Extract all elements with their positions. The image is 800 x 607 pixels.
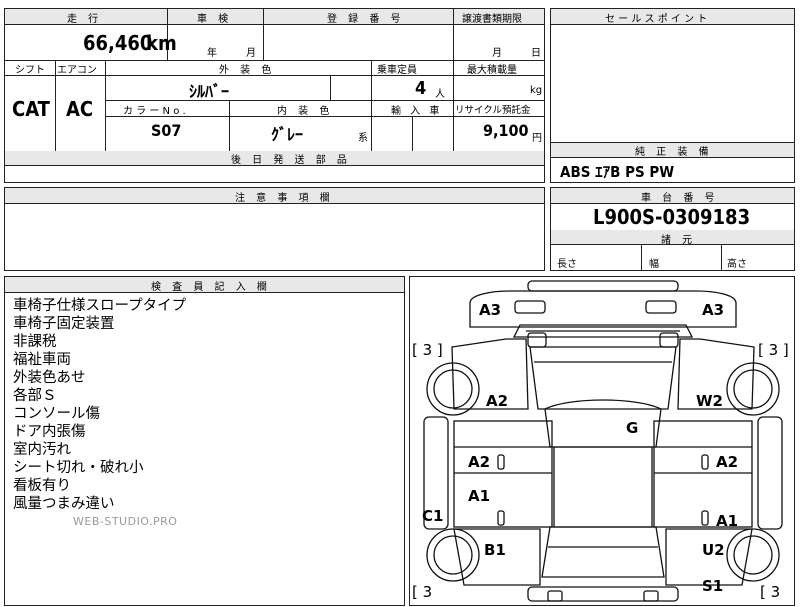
note-item: 風量つまみ違い	[13, 496, 115, 512]
recycle-fee-header: リサイクル預託金	[455, 105, 531, 116]
interior-color-suffix: 系	[358, 133, 368, 144]
registration-header: 登 録 番 号	[327, 14, 405, 25]
marker-a2-left-front: A2	[486, 392, 509, 410]
inspection-month: 月	[246, 48, 256, 59]
width-label: 幅	[649, 259, 659, 270]
marker-b1-left: B1	[484, 541, 506, 559]
aircon-header: エアコン	[57, 65, 97, 76]
watermark: WEB-STUDIO.PRO	[73, 515, 178, 528]
sales-points-box: セ ー ル ス ポ イ ン ト	[550, 8, 795, 143]
inspection-year: 年	[207, 48, 217, 59]
marker-bracket-top-right: [ 3 ]	[758, 341, 789, 359]
marker-c1-left: C1	[422, 507, 444, 525]
caution-box: 注 意 事 項 欄	[4, 187, 545, 271]
exterior-color-value: ｼﾙﾊﾞｰ	[189, 82, 230, 101]
capacity-header: 乗車定員	[377, 65, 417, 76]
inspector-notes-list: 車椅子仕様スロープタイプ 車椅子固定装置 非課税 福祉車両 外装色あせ 各部Ｓ …	[13, 297, 186, 513]
transfer-month: 月	[492, 48, 502, 59]
interior-color-header: 内 装 色	[277, 106, 334, 117]
mileage-value: 66,460	[83, 31, 153, 55]
recycle-fee-unit: 円	[532, 133, 542, 144]
note-item: 各部Ｓ	[13, 388, 57, 404]
marker-a3-right: A3	[702, 301, 725, 319]
inspector-notes-header: 検 査 員 記 入 欄	[151, 282, 271, 293]
note-item: シート切れ・破れ小	[13, 460, 144, 476]
caution-header: 注 意 事 項 欄	[235, 193, 334, 204]
marker-bracket-bottom-right: [ 3	[760, 583, 781, 601]
interior-color-value: ｸﾞﾚｰ	[271, 125, 304, 144]
standard-equipment-header: 純 正 装 備	[635, 147, 713, 158]
note-item: コンソール傷	[13, 406, 100, 422]
marker-g-center: G	[626, 419, 639, 437]
note-item: 福祉車両	[13, 352, 71, 368]
vehicle-info-table: 走 行 車 検 登 録 番 号 譲渡書類期限 66,460 km 年 月 月 日…	[4, 8, 545, 183]
car-diagram	[423, 280, 783, 602]
import-header: 輸 入 車	[391, 106, 443, 117]
note-item: 車椅子仕様スロープタイプ	[13, 298, 187, 314]
standard-equipment-box: 純 正 装 備 ABS ｴｱB PS PW	[550, 142, 795, 183]
marker-a3-left: A3	[479, 301, 502, 319]
load-unit: kg	[530, 85, 543, 96]
dimensions-header: 諸 元	[661, 235, 697, 246]
note-item: 室内汚れ	[13, 442, 71, 458]
marker-a1-right-door: A1	[716, 512, 739, 530]
marker-u2-right: U2	[702, 541, 725, 559]
marker-bracket-bottom-left: [ 3	[412, 583, 433, 601]
shift-header: シフト	[15, 65, 45, 76]
aircon-value: AC	[66, 97, 94, 121]
color-no-header: カ ラ ー N o .	[123, 106, 186, 117]
chassis-number-value: L900S-0309183	[593, 205, 751, 229]
transfer-day: 日	[531, 48, 541, 59]
marker-a2-left-door: A2	[468, 453, 491, 471]
marker-a1-left-door: A1	[468, 487, 491, 505]
marker-a2-right-door: A2	[716, 453, 739, 471]
later-parts-header: 後 日 発 送 部 品	[231, 155, 351, 166]
length-label: 長さ	[557, 259, 577, 270]
color-no-value: S07	[151, 121, 182, 140]
marker-w2-right: W2	[696, 392, 723, 410]
car-diagram-box: A3 A3 [ 3 ] [ 3 ] A2 W2 G A2 A2 A1 C1 A1…	[409, 276, 795, 606]
recycle-fee-value: 9,100	[483, 121, 529, 140]
marker-bracket-top-left: [ 3 ]	[412, 341, 443, 359]
sales-points-header: セ ー ル ス ポ イ ン ト	[605, 14, 708, 25]
note-item: ドア内張傷	[13, 424, 86, 440]
note-item: 非課税	[13, 334, 57, 350]
note-item: 車椅子固定装置	[13, 316, 115, 332]
shift-value: CAT	[12, 97, 50, 121]
chassis-box: 車 台 番 号 L900S-0309183 諸 元 長さ 幅 高さ	[550, 187, 795, 271]
note-item: 看板有り	[13, 478, 71, 494]
transfer-deadline-header: 譲渡書類期限	[462, 14, 522, 25]
capacity-unit: 人	[435, 89, 445, 100]
mileage-header: 走 行	[67, 14, 103, 25]
height-label: 高さ	[727, 259, 747, 270]
standard-equipment-value: ABS ｴｱB PS PW	[560, 163, 675, 181]
marker-s1-right: S1	[702, 577, 724, 595]
inspection-header: 車 検	[197, 14, 233, 25]
inspector-notes-box: 検 査 員 記 入 欄 車椅子仕様スロープタイプ 車椅子固定装置 非課税 福祉車…	[4, 276, 405, 606]
mileage-unit: km	[146, 31, 177, 55]
capacity-value: 4	[415, 78, 427, 99]
exterior-color-header: 外 装 色	[219, 65, 276, 76]
note-item: 外装色あせ	[13, 370, 86, 386]
max-load-header: 最大積載量	[467, 65, 517, 76]
chassis-number-header: 車 台 番 号	[641, 193, 719, 204]
